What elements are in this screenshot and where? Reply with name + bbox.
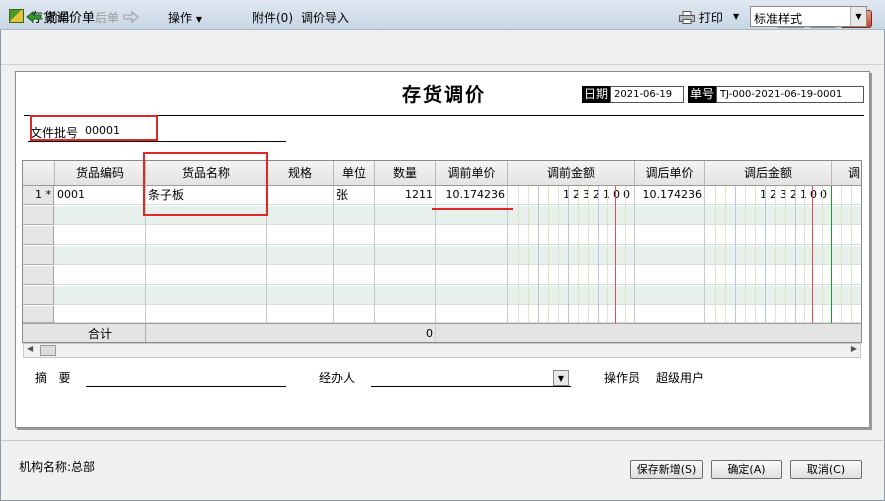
col-header-qty[interactable]: 数量 [375,161,436,186]
row-number [23,266,54,285]
handler-label: 经办人 [319,371,356,385]
prev-label: 前单 [45,11,70,25]
dropdown-arrow-icon[interactable]: ▼ [850,7,866,26]
horizontal-scrollbar[interactable]: ◀ ▶ [23,343,861,358]
col-header-code[interactable]: 货品编码 [55,161,146,186]
highlight-batch-box [30,115,158,141]
cell-price-after[interactable]: 10.174236 [635,186,705,205]
col-header-extra[interactable]: 调 [832,161,861,186]
date-label: 日期 [582,86,611,103]
prev-button[interactable]: 前单 [26,9,70,26]
arrow-left-icon [26,10,42,24]
row-number [23,246,54,265]
grid-corner [23,161,55,186]
app-icon [9,9,24,23]
col-header-price-after[interactable]: 调后单价 [635,161,705,186]
print-label: 打印 [698,11,723,25]
cell-amount-after[interactable]: 1232100 [705,186,832,205]
highlight-name-box [143,152,268,216]
cell-price-before[interactable]: 10.174236 [436,186,508,205]
row-number: 1 * [23,186,54,205]
scroll-right-icon[interactable]: ▶ [851,344,857,353]
statusbar-divider [1,440,883,441]
operator-value: 超级用户 [656,371,705,385]
total-qty: 0 [375,324,436,342]
doc-no-label: 单号 [688,86,717,103]
printer-icon [679,11,695,24]
actions-menu[interactable]: 操作 ▼ [168,9,202,26]
row-number [23,226,54,245]
summary-label: 摘 要 [35,371,71,385]
handler-select[interactable]: ▼ [371,369,571,387]
col-header-amount-after[interactable]: 调后金额 [705,161,832,186]
col-header-amount-before[interactable]: 调前金额 [508,161,635,186]
arrow-right-icon [123,10,139,24]
print-button[interactable]: 打印 [679,9,723,26]
row-number [23,286,54,305]
doc-no-field[interactable]: TJ-000-2021-06-19-0001 [716,86,864,103]
total-row: 合计 0 [23,323,861,342]
cell-unit[interactable]: 张 [334,186,375,205]
attachment-button[interactable]: 附件(0) [252,9,293,26]
cell-qty[interactable]: 1211 [375,186,436,205]
cell-spec[interactable] [267,186,334,205]
batch-underline [28,141,286,142]
dropdown-arrow-icon[interactable]: ▼ [553,370,569,386]
col-header-spec[interactable]: 规格 [267,161,334,186]
actions-label: 操作 [168,11,193,25]
col-header-unit[interactable]: 单位 [334,161,375,186]
confirm-button[interactable]: 确定(A) [711,460,782,479]
scroll-left-icon[interactable]: ◀ [27,344,33,353]
print-options-arrow[interactable]: ▼ [733,12,739,21]
print-style-select[interactable]: 标准样式 ▼ [750,6,867,27]
date-field[interactable]: 2021-06-19 [610,86,684,103]
table-row[interactable] [23,226,861,245]
toolbar [1,31,883,65]
scroll-thumb[interactable] [40,345,56,356]
cancel-button[interactable]: 取消(C) [790,460,862,479]
operator-label: 操作员 [604,371,641,385]
table-row[interactable] [23,266,861,285]
col-header-price-before[interactable]: 调前单价 [436,161,508,186]
table-row[interactable] [23,306,861,323]
cell-code[interactable]: 0001 [55,186,146,205]
org-name: 机构名称:总部 [19,460,96,474]
table-row[interactable] [23,286,861,305]
next-label: 后单 [95,11,120,25]
import-button[interactable]: 调价导入 [301,9,349,26]
row-number [23,306,54,323]
highlight-price-underline [432,208,513,210]
summary-field[interactable] [86,386,286,387]
table-row[interactable] [23,246,861,265]
save-new-button[interactable]: 保存新增(S) [630,460,703,479]
cell-amount-before[interactable]: 1232100 [508,186,635,205]
total-label: 合计 [55,324,146,342]
row-number [23,206,54,225]
dropdown-arrow-icon: ▼ [195,15,202,24]
form-title: 存货调价 [402,84,487,106]
next-button[interactable]: 后单 [95,9,139,26]
print-style-value: 标准样式 [754,12,803,26]
